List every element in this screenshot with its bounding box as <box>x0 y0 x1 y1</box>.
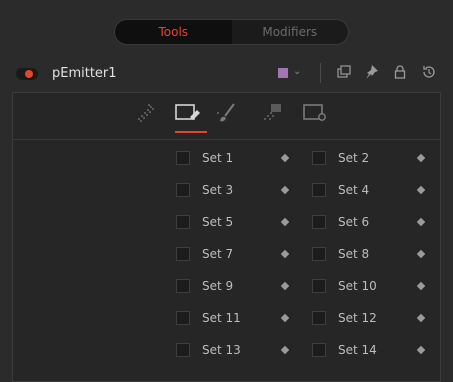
keyframe-icon[interactable] <box>416 345 426 355</box>
set-checkbox[interactable] <box>312 247 326 261</box>
set-checkbox[interactable] <box>176 183 190 197</box>
chevron-down-icon[interactable]: ⌄ <box>293 66 301 77</box>
keyframe-icon[interactable] <box>416 313 426 323</box>
set-checkbox[interactable] <box>176 311 190 325</box>
region-tab[interactable] <box>257 101 285 125</box>
style-tab[interactable] <box>213 101 241 125</box>
keyframe-icon[interactable] <box>280 281 290 291</box>
set-label: Set 1 <box>202 151 234 165</box>
node-enable-toggle[interactable] <box>16 68 38 80</box>
set-checkbox[interactable] <box>312 183 326 197</box>
keyframe-icon[interactable] <box>280 217 290 227</box>
set-label: Set 13 <box>202 343 241 357</box>
set-checkbox[interactable] <box>176 215 190 229</box>
set-label: Set 8 <box>338 247 370 261</box>
set-label: Set 4 <box>338 183 370 197</box>
set-label: Set 3 <box>202 183 234 197</box>
controls-tab[interactable] <box>133 101 161 125</box>
keyframe-icon[interactable] <box>416 281 426 291</box>
set-checkbox[interactable] <box>312 343 326 357</box>
node-name: pEmitter1 <box>52 66 117 81</box>
settings-tab[interactable] <box>301 101 329 125</box>
set-checkbox[interactable] <box>312 279 326 293</box>
tab-tools[interactable]: Tools <box>115 20 232 44</box>
versions-icon[interactable] <box>336 64 352 80</box>
lock-icon[interactable] <box>392 64 408 80</box>
sets-tab[interactable] <box>173 101 201 125</box>
keyframe-icon[interactable] <box>280 185 290 195</box>
set-label: Set 2 <box>338 151 370 165</box>
set-row: Set 9 Set 10 <box>13 275 440 297</box>
set-label: Set 7 <box>202 247 234 261</box>
keyframe-icon[interactable] <box>280 249 290 259</box>
keyframe-icon[interactable] <box>416 153 426 163</box>
set-row: Set 11 Set 12 <box>13 307 440 329</box>
reset-icon[interactable] <box>421 64 437 80</box>
set-label: Set 9 <box>202 279 234 293</box>
set-label: Set 5 <box>202 215 234 229</box>
set-label: Set 11 <box>202 311 241 325</box>
set-checkbox[interactable] <box>176 343 190 357</box>
keyframe-icon[interactable] <box>416 185 426 195</box>
active-tab-indicator <box>175 131 207 133</box>
header-divider <box>320 63 321 83</box>
keyframe-icon[interactable] <box>280 153 290 163</box>
tab-modifiers[interactable]: Modifiers <box>232 20 349 44</box>
set-label: Set 10 <box>338 279 377 293</box>
pin-icon[interactable] <box>363 64 379 80</box>
set-checkbox[interactable] <box>312 151 326 165</box>
set-label: Set 6 <box>338 215 370 229</box>
set-row: Set 7 Set 8 <box>13 243 440 265</box>
tools-modifiers-switch: Tools Modifiers <box>114 19 349 45</box>
set-row: Set 5 Set 6 <box>13 211 440 233</box>
keyframe-icon[interactable] <box>416 217 426 227</box>
panel-tab-bar <box>13 93 440 135</box>
set-checkbox[interactable] <box>176 279 190 293</box>
panel-divider <box>13 139 440 140</box>
keyframe-icon[interactable] <box>416 249 426 259</box>
keyframe-icon[interactable] <box>280 345 290 355</box>
keyframe-icon[interactable] <box>280 313 290 323</box>
set-checkbox[interactable] <box>176 151 190 165</box>
set-label: Set 14 <box>338 343 377 357</box>
set-checkbox[interactable] <box>312 215 326 229</box>
set-checkbox[interactable] <box>176 247 190 261</box>
set-checkbox[interactable] <box>312 311 326 325</box>
node-color-swatch[interactable] <box>278 68 288 78</box>
set-row: Set 1 Set 2 <box>13 147 440 169</box>
inspector-panel: Set 1 Set 2 Set 3 Set 4 Set 5 Set 6 Set … <box>12 92 441 382</box>
set-label: Set 12 <box>338 311 377 325</box>
set-row: Set 13 Set 14 <box>13 339 440 361</box>
node-header: pEmitter1 ⌄ <box>0 60 453 88</box>
set-row: Set 3 Set 4 <box>13 179 440 201</box>
